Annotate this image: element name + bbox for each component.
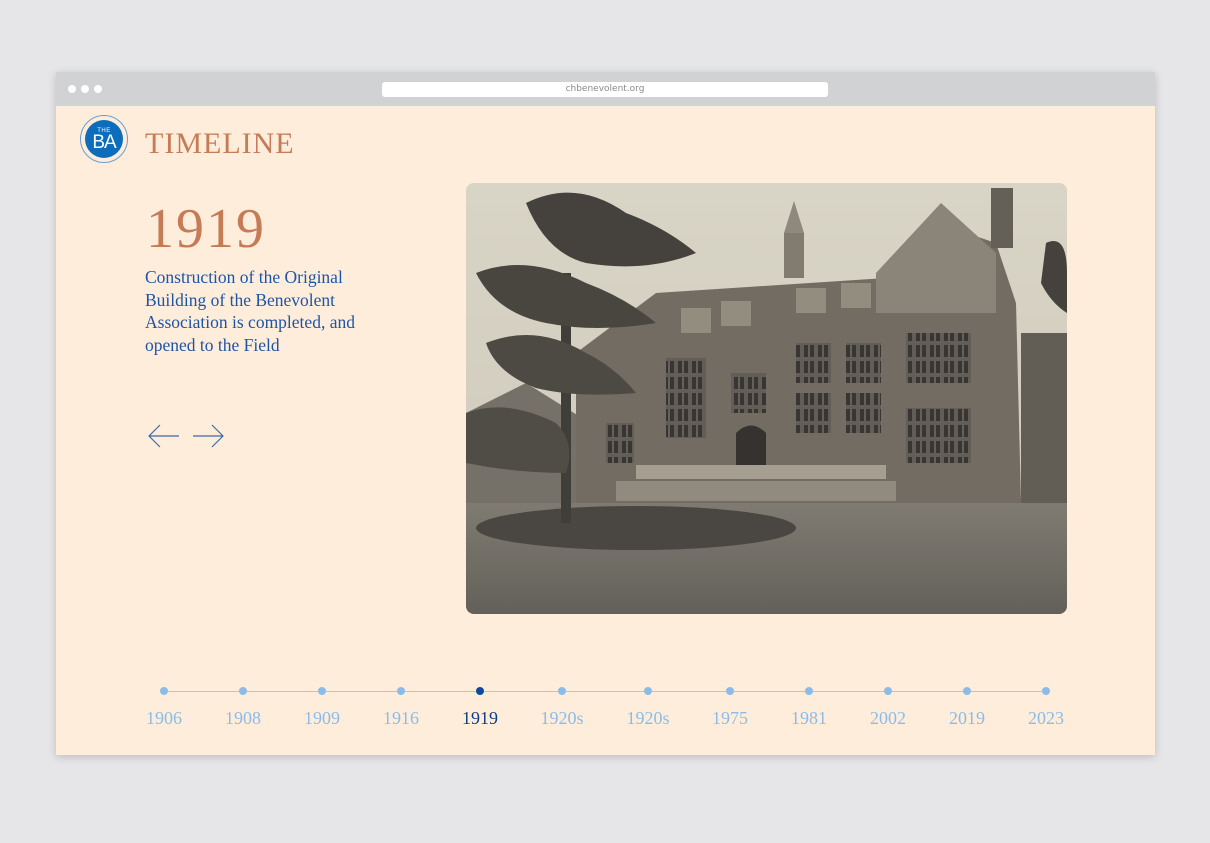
timeline-label: 1975 [712, 708, 748, 728]
entry-navigation [148, 424, 224, 448]
timeline-label: 1909 [304, 708, 340, 728]
timeline-dot [318, 687, 326, 695]
window-dot-icon[interactable] [68, 85, 76, 93]
ba-logo[interactable]: THE BA [80, 115, 128, 163]
timeline-item[interactable]: 1908 [203, 682, 283, 729]
browser-window: chbenevolent.org THE BA TIMELINE 1919 Co… [56, 72, 1155, 755]
timeline-item[interactable]: 1916 [361, 682, 441, 729]
timeline-dot [963, 687, 971, 695]
address-bar[interactable]: chbenevolent.org [382, 82, 828, 97]
window-dot-icon[interactable] [94, 85, 102, 93]
timeline-item[interactable]: 1906 [124, 682, 204, 729]
arrow-right-icon [193, 424, 224, 448]
entry-photo [466, 183, 1067, 614]
window-dot-icon[interactable] [81, 85, 89, 93]
timeline-label: 1906 [146, 708, 182, 728]
timeline-item[interactable]: 1920s [608, 682, 688, 729]
timeline-label: 1908 [225, 708, 261, 728]
previous-button[interactable] [148, 424, 180, 448]
timeline-label: 1920s [626, 708, 670, 728]
entry-description: Construction of the Original Building of… [145, 267, 355, 355]
timeline-item[interactable]: 1920s [522, 682, 602, 729]
timeline-label: 2019 [949, 708, 985, 728]
timeline-dot [160, 687, 168, 695]
entry-year: 1919 [146, 198, 266, 260]
timeline-label: 1920s [540, 708, 584, 728]
timeline-dot [1042, 687, 1050, 695]
next-button[interactable] [192, 424, 224, 448]
timeline-item[interactable]: 2019 [927, 682, 1007, 729]
timeline-label: 1916 [383, 708, 419, 728]
timeline-dot [558, 687, 566, 695]
timeline-item[interactable]: 1981 [769, 682, 849, 729]
timeline-item[interactable]: 1975 [690, 682, 770, 729]
timeline-dot [397, 687, 405, 695]
timeline-item[interactable]: 2023 [1006, 682, 1086, 729]
timeline-label: 2002 [870, 708, 906, 728]
historic-building-photo [466, 183, 1067, 614]
timeline-dot [726, 687, 734, 695]
timeline-label: 1981 [791, 708, 827, 728]
timeline-label: 1919 [462, 708, 498, 728]
logo-main-text: BA [92, 132, 116, 153]
timeline-item[interactable]: 1919 [440, 682, 520, 729]
window-controls [68, 85, 102, 93]
timeline-dot [644, 687, 652, 695]
timeline-dot [476, 687, 484, 695]
timeline-label: 2023 [1028, 708, 1064, 728]
page-title: TIMELINE [145, 127, 295, 160]
browser-chrome: chbenevolent.org [56, 72, 1155, 106]
timeline-dot [239, 687, 247, 695]
timeline-nav: 1906 1908 1909 1916 1919 1920s 1920s 1975 1981 20… [56, 682, 1155, 742]
logo-badge: THE BA [85, 120, 123, 158]
arrow-left-icon [148, 424, 179, 448]
timeline-dot [884, 687, 892, 695]
timeline-item[interactable]: 1909 [282, 682, 362, 729]
timeline-item[interactable]: 2002 [848, 682, 928, 729]
timeline-dot [805, 687, 813, 695]
